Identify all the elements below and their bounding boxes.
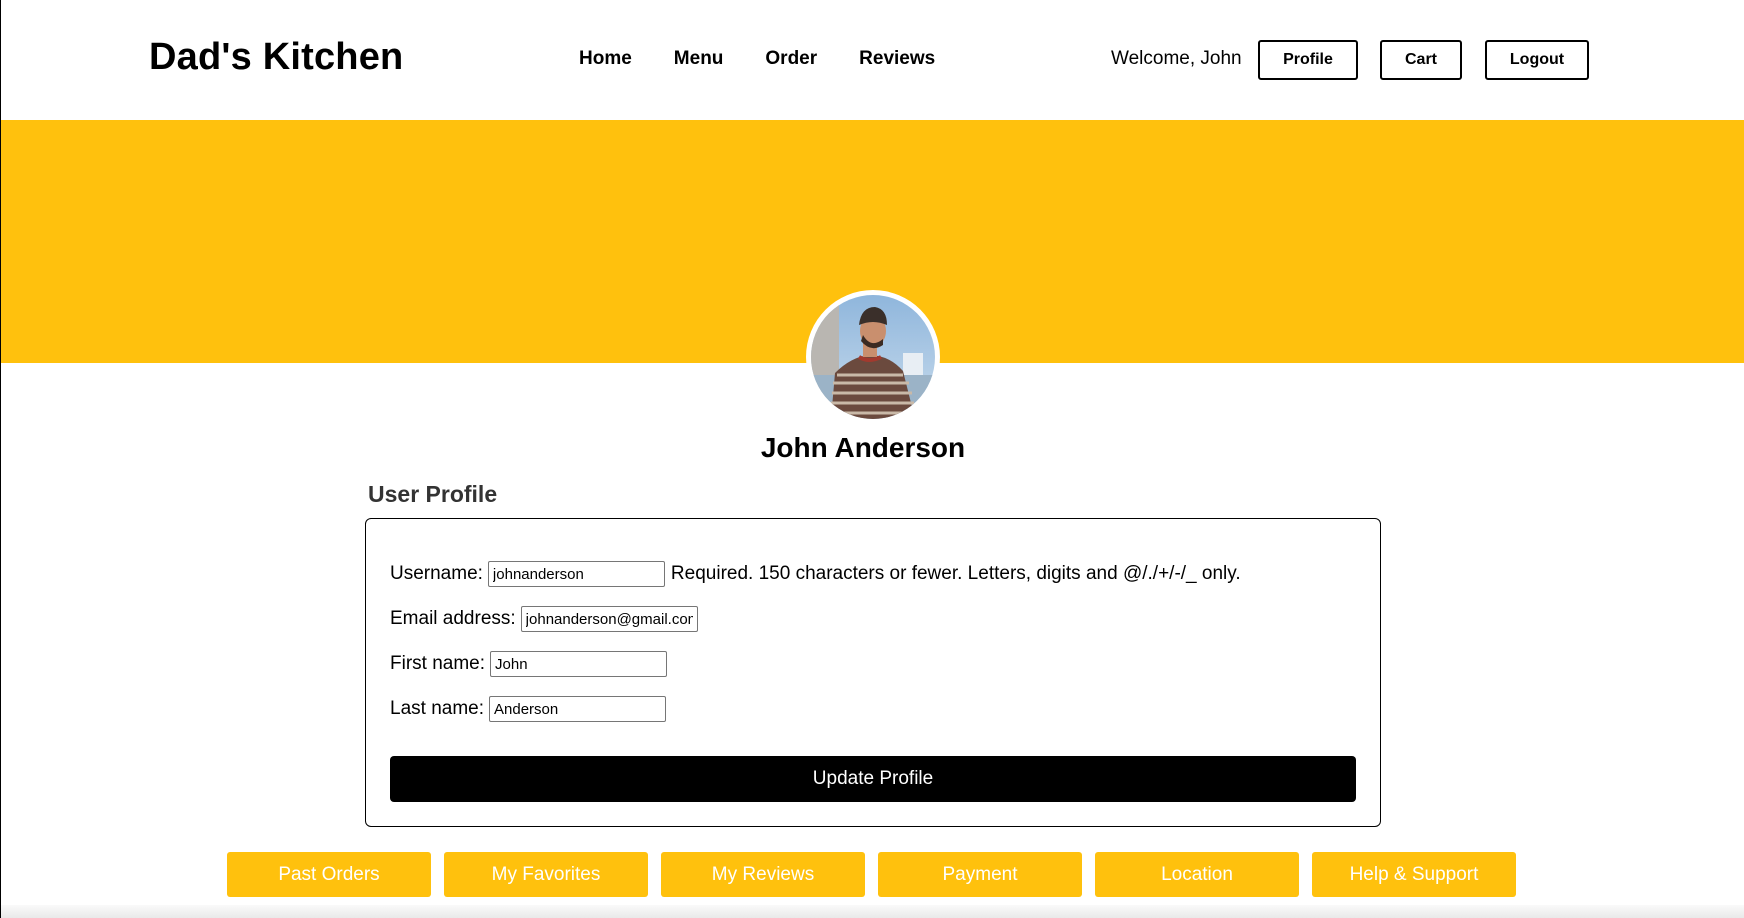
tab-payment[interactable]: Payment (878, 852, 1082, 897)
update-profile-button[interactable]: Update Profile (390, 756, 1356, 802)
nav-reviews[interactable]: Reviews (859, 48, 935, 70)
header: Dad's Kitchen Home Menu Order Reviews We… (1, 0, 1744, 120)
logout-button[interactable]: Logout (1485, 40, 1589, 80)
last-name-row: Last name: (390, 696, 666, 722)
last-name-label: Last name: (390, 698, 484, 719)
welcome-text: Welcome, John (1111, 48, 1242, 69)
main-nav: Home Menu Order Reviews (579, 48, 977, 70)
username-input[interactable] (487, 561, 665, 587)
last-name-input[interactable] (489, 696, 666, 722)
tab-past-orders[interactable]: Past Orders (227, 852, 431, 897)
username-row: Username: Required. 150 characters or fe… (390, 561, 1241, 587)
tab-location[interactable]: Location (1095, 852, 1299, 897)
section-title: User Profile (368, 481, 498, 507)
first-name-label: First name: (390, 653, 486, 674)
brand-logo[interactable]: Dad's Kitchen (149, 36, 403, 79)
avatar (806, 290, 940, 424)
first-name-input[interactable] (490, 651, 668, 677)
user-photo-icon (811, 295, 935, 419)
nav-order[interactable]: Order (765, 48, 817, 70)
cart-button[interactable]: Cart (1380, 40, 1462, 80)
email-row: Email address: (390, 606, 698, 632)
profile-button[interactable]: Profile (1258, 40, 1358, 80)
page: Dad's Kitchen Home Menu Order Reviews We… (0, 0, 1744, 918)
tab-my-reviews[interactable]: My Reviews (661, 852, 865, 897)
email-input[interactable] (520, 606, 698, 632)
first-name-row: First name: (390, 651, 668, 677)
nav-home[interactable]: Home (579, 48, 632, 70)
email-label: Email address: (390, 608, 516, 629)
username-help-text: Required. 150 characters or fewer. Lette… (670, 563, 1241, 584)
profile-tabs: Past Orders My Favorites My Reviews Paym… (227, 852, 1516, 897)
user-full-name: John Anderson (760, 432, 966, 463)
profile-form: Username: Required. 150 characters or fe… (365, 518, 1381, 827)
bottom-edge (1, 905, 1744, 918)
nav-menu[interactable]: Menu (674, 48, 724, 70)
tab-my-favorites[interactable]: My Favorites (444, 852, 648, 897)
tab-help-support[interactable]: Help & Support (1312, 852, 1516, 897)
username-label: Username: (390, 563, 483, 584)
